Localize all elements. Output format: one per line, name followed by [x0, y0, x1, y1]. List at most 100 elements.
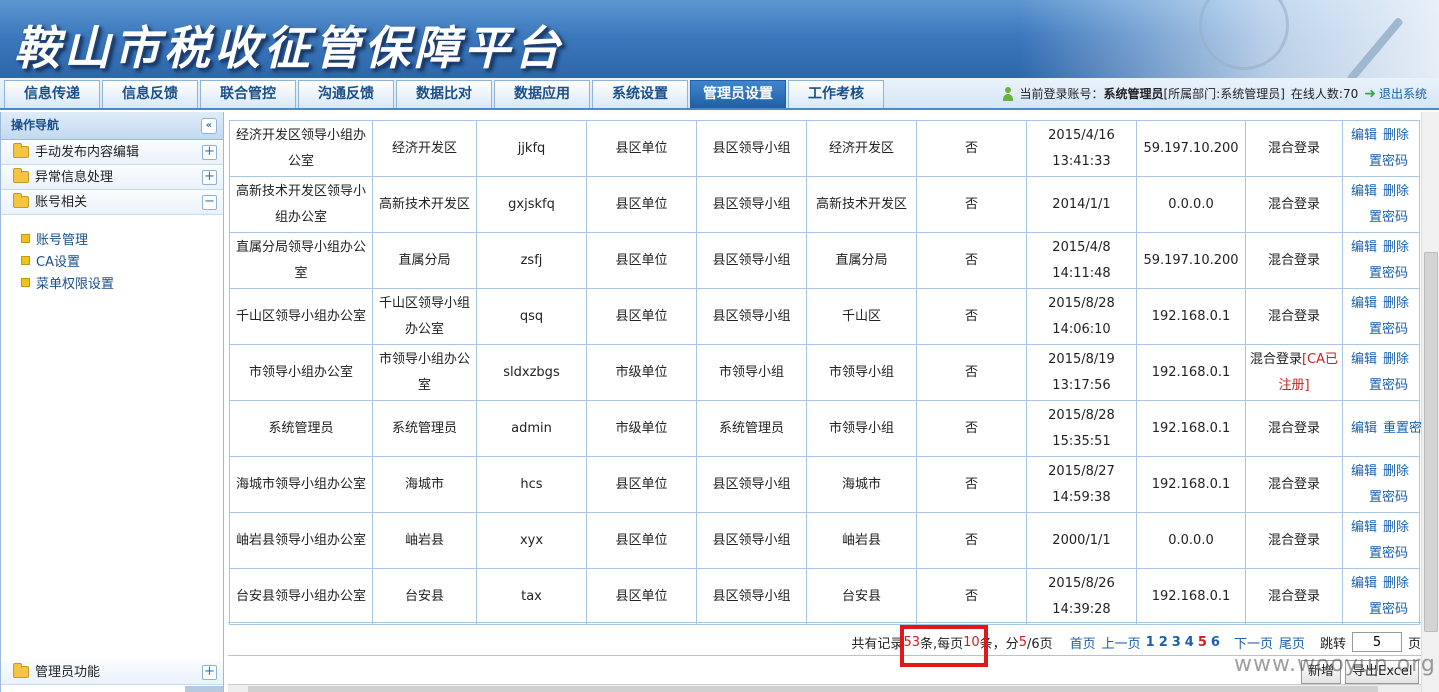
- collapse-sidebar-button[interactable]: «: [201, 118, 217, 134]
- sidebar-header: 操作导航 «: [1, 112, 223, 140]
- cell-dept: 直属分局: [372, 232, 477, 289]
- row-action-1[interactable]: 删除: [1383, 464, 1409, 479]
- cell-ip: 192.168.0.1: [1136, 344, 1246, 401]
- cell-login-type: 混合登录: [1245, 288, 1343, 345]
- cell-name: 市领导小组办公室: [229, 344, 373, 401]
- logout-link[interactable]: ➜ 退出系统: [1364, 85, 1427, 102]
- toggle-icon[interactable]: +: [202, 170, 217, 185]
- tab-6[interactable]: 系统设置: [592, 80, 688, 108]
- row-action-0[interactable]: 编辑: [1351, 184, 1377, 199]
- reset-password-link[interactable]: 置密码: [1369, 373, 1408, 399]
- row-action-1[interactable]: 删除: [1383, 240, 1409, 255]
- cell-last-login: 2015/8/27 14:59:38: [1026, 456, 1137, 513]
- cell-area: 市领导小组: [806, 400, 917, 457]
- page-number-2[interactable]: 2: [1159, 635, 1168, 650]
- login-time: 13:41:33: [1052, 153, 1111, 169]
- toggle-icon[interactable]: −: [202, 195, 217, 210]
- row-action-0[interactable]: 编辑: [1351, 128, 1377, 143]
- watermark: www.wooyun.org: [1234, 652, 1436, 677]
- row-action-1[interactable]: 删除: [1383, 296, 1409, 311]
- row-action-1[interactable]: 重置密: [1383, 421, 1422, 436]
- cell-dept: 系统管理员: [372, 400, 477, 457]
- hscroll-thumb[interactable]: [248, 686, 1378, 692]
- sidebar-item-0[interactable]: 账号管理: [21, 227, 223, 249]
- scrollbar-thumb[interactable]: [1424, 252, 1438, 632]
- tab-5[interactable]: 数据应用: [494, 80, 590, 108]
- tab-1[interactable]: 信息反馈: [102, 80, 198, 108]
- tab-7[interactable]: 管理员设置: [690, 80, 786, 108]
- next-page-link[interactable]: 下一页: [1234, 633, 1273, 652]
- reset-password-link[interactable]: 置密码: [1369, 317, 1408, 343]
- page-number-1[interactable]: 1: [1146, 635, 1155, 650]
- page-number-4[interactable]: 4: [1185, 635, 1194, 650]
- sidebar-group-1[interactable]: 异常信息处理 +: [1, 165, 223, 190]
- sidebar-scrollbar[interactable]: [185, 686, 223, 692]
- reset-password-link[interactable]: 置密码: [1369, 485, 1408, 511]
- row-action-0[interactable]: 编辑: [1351, 464, 1377, 479]
- tab-2[interactable]: 联合管控: [200, 80, 296, 108]
- login-type: 混合登录: [1267, 588, 1320, 604]
- cell-dept: 海城市: [372, 456, 477, 513]
- tab-8[interactable]: 工作考核: [788, 80, 884, 108]
- cell-actions: 编辑 删除置密码: [1342, 288, 1420, 345]
- row-action-0[interactable]: 编辑: [1351, 576, 1377, 591]
- row-action-0[interactable]: 编辑: [1351, 352, 1377, 367]
- table-row: 经济开发区领导小组办公室 经济开发区 jjkfq 县区单位 县区领导小组 经济开发区否 20…: [229, 120, 1420, 177]
- sidebar-group-admin-functions[interactable]: 管理员功能 +: [1, 660, 223, 685]
- reset-password-link[interactable]: 置密码: [1369, 597, 1408, 623]
- sidebar-item-label: 账号管理: [36, 232, 89, 248]
- row-action-1[interactable]: 删除: [1383, 520, 1409, 535]
- vertical-scrollbar[interactable]: [1421, 112, 1439, 692]
- bullet-icon: [21, 233, 30, 243]
- sidebar-item-1[interactable]: CA设置: [21, 249, 223, 271]
- sidebar-title: 操作导航: [11, 118, 60, 132]
- tab-3[interactable]: 沟通反馈: [298, 80, 394, 108]
- page-number-3[interactable]: 3: [1172, 635, 1181, 650]
- cell-actions: 编辑 删除置密码: [1342, 456, 1420, 513]
- expand-icon[interactable]: +: [202, 665, 217, 680]
- cell-area: 台安县: [806, 568, 917, 625]
- jump-page-input[interactable]: [1351, 632, 1402, 652]
- reset-password-link[interactable]: 置密码: [1369, 541, 1408, 567]
- row-action-1[interactable]: 删除: [1383, 184, 1409, 199]
- account-table: 经济开发区领导小组办公室 经济开发区 jjkfq 县区单位 县区领导小组 经济开发区否 20…: [229, 120, 1422, 625]
- row-action-1[interactable]: 删除: [1383, 352, 1409, 367]
- tab-4[interactable]: 数据比对: [396, 80, 492, 108]
- cell-flag: 否: [916, 232, 1027, 289]
- cell-ip: 59.197.10.200: [1136, 120, 1246, 177]
- login-type: 混合登录: [1267, 140, 1320, 156]
- top-nav: 信息传递 信息反馈 联合管控 沟通反馈 数据比对 数据应用 系统设置 管理员设置 工作考核 当前…: [0, 78, 1439, 110]
- cell-account: gxjskfq: [476, 176, 587, 233]
- row-action-0[interactable]: 编辑: [1351, 520, 1377, 535]
- login-date: 2015/8/27: [1048, 463, 1115, 479]
- first-page-link[interactable]: 首页: [1070, 633, 1096, 652]
- sidebar-group-label: 账号相关: [35, 194, 88, 210]
- tab-0[interactable]: 信息传递: [4, 80, 100, 108]
- row-action-0[interactable]: 编辑: [1351, 240, 1377, 255]
- reset-password-link[interactable]: 置密码: [1369, 261, 1408, 287]
- cell-login-type: 混合登录: [1245, 400, 1343, 457]
- login-time: 13:17:56: [1052, 377, 1111, 393]
- sidebar-group-0[interactable]: 手动发布内容编辑 +: [1, 140, 223, 165]
- toggle-icon[interactable]: +: [202, 145, 217, 160]
- reset-password-link[interactable]: 置密码: [1369, 149, 1408, 175]
- row-action-1[interactable]: 删除: [1383, 128, 1409, 143]
- cell-level: 市级单位: [586, 400, 697, 457]
- cell-dept: 千山区领导小组办公室: [372, 288, 477, 345]
- last-page-link[interactable]: 尾页: [1279, 633, 1305, 652]
- sidebar-group-2[interactable]: 账号相关 −: [1, 190, 223, 215]
- page-number-6[interactable]: 6: [1211, 635, 1220, 650]
- row-action-0[interactable]: 编辑: [1351, 296, 1377, 311]
- page-number-5[interactable]: 5: [1198, 635, 1207, 650]
- cell-account: sldxzbgs: [476, 344, 587, 401]
- prev-page-link[interactable]: 上一页: [1102, 633, 1141, 652]
- cell-actions: 编辑 删除置密码: [1342, 176, 1420, 233]
- login-type: 混合登录: [1267, 532, 1320, 548]
- sidebar-item-2[interactable]: 菜单权限设置: [21, 271, 223, 293]
- cell-group: 县区领导小组: [696, 512, 807, 569]
- reset-password-link[interactable]: 置密码: [1369, 205, 1408, 231]
- row-action-1[interactable]: 删除: [1383, 576, 1409, 591]
- row-action-0[interactable]: 编辑: [1351, 421, 1377, 436]
- cell-level: 县区单位: [586, 176, 697, 233]
- horizontal-scrollbar[interactable]: [228, 684, 1421, 692]
